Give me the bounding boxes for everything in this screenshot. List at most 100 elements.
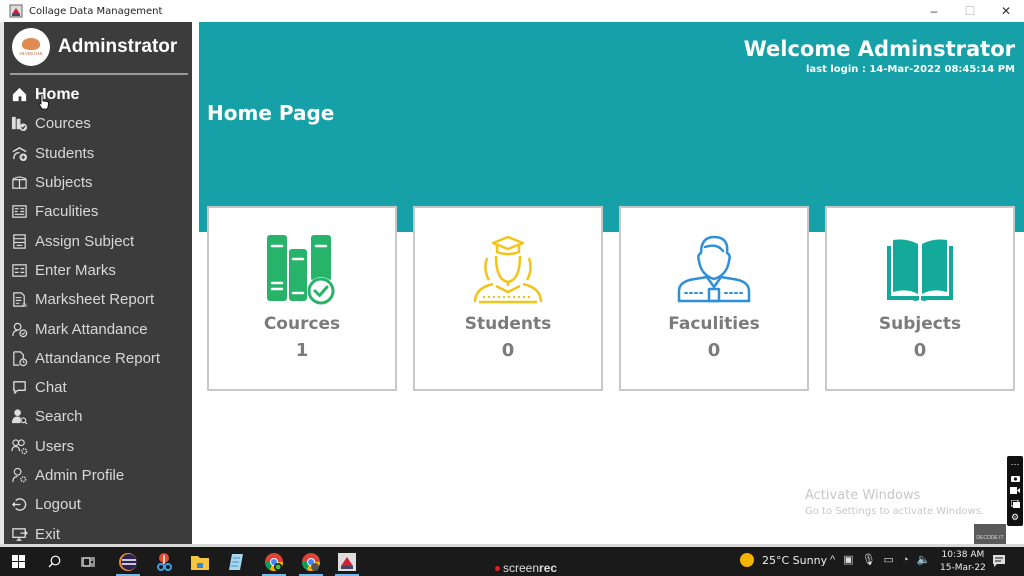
card-faculities[interactable]: Faculities 0 (619, 206, 809, 391)
sidebar-item-label: Marksheet Report (35, 291, 155, 309)
header-banner: Welcome Adminstrator last login : 14-Mar… (199, 22, 1024, 232)
maximize-button[interactable]: ☐ (952, 0, 988, 22)
sidebar-item-users[interactable]: Users (4, 432, 192, 461)
decode-it-badge: DECODE IT (974, 524, 1006, 544)
chrome-profile-icon (302, 552, 320, 571)
start-button[interactable] (0, 547, 36, 576)
admin-profile-icon (10, 467, 28, 485)
notepad-icon (229, 553, 243, 570)
sidebar-item-attandance-report[interactable]: Attandance Report (4, 344, 192, 373)
taskbar-eclipse[interactable] (110, 547, 146, 576)
close-button[interactable]: ✕ (988, 0, 1024, 22)
screenrec-label-b: rec (539, 561, 558, 575)
battery-icon[interactable]: ▭ (884, 553, 894, 566)
sidebar-item-enter-marks[interactable]: Enter Marks (4, 256, 192, 285)
sidebar-item-label: Exit (35, 525, 61, 543)
welcome-text: Welcome Adminstrator (743, 37, 1015, 61)
svg-text:%: % (22, 303, 27, 308)
faculty-person-icon (677, 234, 751, 306)
sidebar-item-label: Users (35, 437, 75, 455)
last-login-text: last login : 14-Mar-2022 08:45:14 PM (805, 64, 1015, 75)
sidebar-item-cources[interactable]: Cources (4, 109, 192, 138)
weather-widget[interactable]: 25°C Sunny (740, 553, 827, 567)
college-logo: SILVER OAK (12, 28, 50, 66)
sidebar-item-mark-attandance[interactable]: Mark Attandance (4, 314, 192, 343)
profile-section: SILVER OAK Adminstrator (12, 28, 177, 66)
sidebar-item-students[interactable]: Students (4, 139, 192, 168)
sidebar-item-label: Admin Profile (35, 467, 125, 484)
app-icon (9, 4, 23, 18)
notifications-icon[interactable] (992, 554, 1006, 568)
app-window: Collage Data Management – ☐ ✕ SILVER OAK… (0, 0, 1024, 576)
enter-marks-icon (10, 261, 28, 279)
sidebar-item-chat[interactable]: Chat (4, 373, 192, 402)
screens-icon[interactable] (1010, 500, 1020, 509)
exit-icon (10, 525, 28, 543)
sidebar-item-label: Subjects (35, 174, 93, 192)
search-user-icon (10, 408, 28, 426)
minimize-button[interactable]: – (916, 0, 952, 22)
sidebar-item-label: Logout (35, 496, 81, 514)
taskbar-clock[interactable]: 10:38 AM 15-Mar-22 (940, 549, 986, 575)
window-controls: – ☐ ✕ (916, 0, 1024, 22)
logo-brand: SILVER OAK (19, 51, 43, 56)
recorder-menu-icon[interactable]: ⋯ (1010, 459, 1020, 469)
taskbar-chrome-2[interactable] (293, 547, 329, 576)
sidebar-nav: Home Cources Students Subjects Faculitie… (4, 80, 192, 549)
marksheet-report-icon: % (10, 291, 28, 309)
card-label: Subjects (878, 314, 962, 334)
taskbar-snipping-tool[interactable] (146, 547, 182, 576)
card-label: Students (464, 314, 552, 334)
taskbar-notepad[interactable] (218, 547, 254, 576)
card-count: 0 (707, 340, 721, 361)
sidebar-item-label: Enter Marks (35, 261, 116, 279)
taskbar-chrome-1[interactable] (256, 547, 292, 576)
taskbar-java-app[interactable] (329, 547, 365, 576)
microphone-icon[interactable]: 🎙 (862, 553, 876, 566)
sidebar-item-faculities[interactable]: Faculities (4, 197, 192, 226)
sidebar-item-subjects[interactable]: Subjects (4, 168, 192, 197)
sidebar-item-admin-profile[interactable]: Admin Profile (4, 461, 192, 490)
assign-subject-icon (10, 232, 28, 250)
attendance-report-icon (10, 349, 28, 367)
volume-icon[interactable]: 🔈 (917, 553, 931, 566)
sidebar-item-home[interactable]: Home (4, 80, 192, 109)
clock-date: 15-Mar-22 (940, 563, 986, 573)
sidebar-item-assign-subject[interactable]: Assign Subject (4, 226, 192, 255)
task-view-icon (81, 556, 95, 567)
sidebar-item-logout[interactable]: Logout (4, 490, 192, 519)
home-icon (10, 86, 28, 104)
screenrec-label-a: screen (503, 561, 540, 575)
sidebar-item-label: Students (35, 144, 95, 162)
card-count: 0 (913, 340, 927, 361)
meet-now-icon[interactable]: ▣ (843, 553, 853, 566)
logout-icon (10, 496, 28, 514)
sidebar-item-label: Cources (35, 115, 91, 133)
record-dot-icon (495, 565, 500, 571)
user-name: Adminstrator (58, 36, 178, 57)
eclipse-icon (119, 552, 137, 571)
sidebar-item-label: Faculities (35, 203, 99, 221)
card-subjects[interactable]: Subjects 0 (825, 206, 1015, 391)
sidebar-item-marksheet-report[interactable]: % Marksheet Report (4, 285, 192, 314)
system-tray: ^ ▣ 🎙 ▭ ◔ 🔈 (830, 553, 938, 567)
sidebar-item-label: Assign Subject (35, 232, 135, 250)
camera-icon[interactable] (1010, 473, 1020, 482)
page-title: Home Page (207, 101, 335, 125)
task-view-button[interactable] (70, 547, 106, 576)
sidebar-item-search[interactable]: Search (4, 402, 192, 431)
settings-gear-icon[interactable]: ⚙ (1010, 512, 1020, 522)
card-students[interactable]: Students 0 (413, 206, 603, 391)
taskbar-search-button[interactable] (36, 547, 72, 576)
wifi-icon[interactable]: ◔ (902, 554, 909, 566)
taskbar-file-explorer[interactable] (182, 547, 218, 576)
window-title: Collage Data Management (29, 5, 163, 17)
java-app-icon (338, 552, 356, 571)
card-cources[interactable]: Cources 1 (207, 206, 397, 391)
video-icon[interactable] (1010, 486, 1020, 495)
sidebar-item-label: Search (35, 408, 83, 426)
title-bar: Collage Data Management – ☐ ✕ (0, 0, 1024, 22)
card-label: Cources (263, 314, 341, 334)
sidebar-divider (10, 73, 188, 75)
show-hidden-icons-icon[interactable]: ^ (830, 554, 835, 566)
